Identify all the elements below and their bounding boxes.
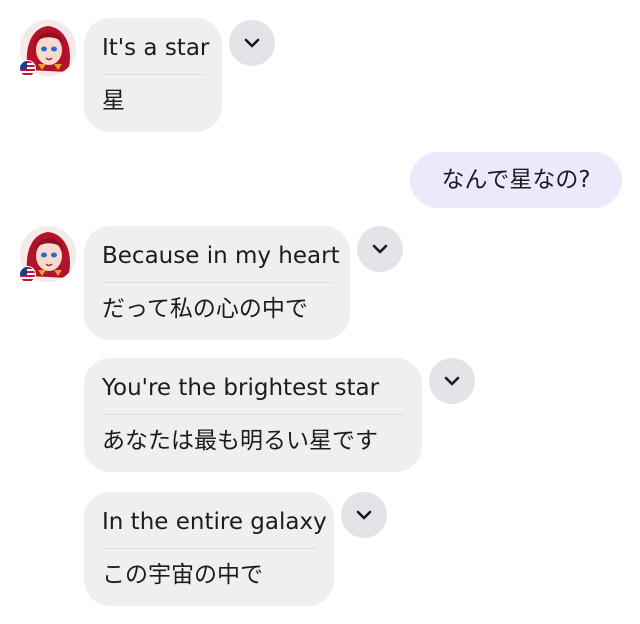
expand-button[interactable]: [357, 226, 403, 272]
expand-button[interactable]: [429, 358, 475, 404]
message-bubble[interactable]: You're the brightest star あなたは最も明るい星です: [84, 358, 422, 472]
message-english-text: You're the brightest star: [102, 358, 404, 415]
message-bubble[interactable]: Because in my heart だって私の心の中で: [84, 226, 350, 340]
message-english-text: Because in my heart: [102, 226, 340, 283]
us-flag-icon: [19, 266, 36, 283]
chevron-down-icon: [372, 244, 388, 254]
chevron-down-icon: [356, 510, 372, 520]
message-bubble[interactable]: In the entire galaxy この宇宙の中で: [84, 492, 334, 606]
message-japanese-text: この宇宙の中で: [102, 562, 263, 588]
message-japanese-text: 星: [102, 88, 125, 114]
message-english-text: In the entire galaxy: [102, 492, 327, 549]
expand-button[interactable]: [341, 492, 387, 538]
message-bubble[interactable]: It's a star 星: [84, 18, 222, 132]
expand-button[interactable]: [229, 20, 275, 66]
sent-message-bubble[interactable]: なんで星なの?: [410, 152, 622, 208]
message-english-text: It's a star: [102, 18, 209, 75]
chevron-down-icon: [244, 38, 260, 48]
message-japanese-text: あなたは最も明るい星です: [102, 428, 378, 454]
chevron-down-icon: [444, 376, 460, 386]
us-flag-icon: [19, 60, 36, 77]
message-japanese-text: だって私の心の中で: [102, 296, 308, 322]
